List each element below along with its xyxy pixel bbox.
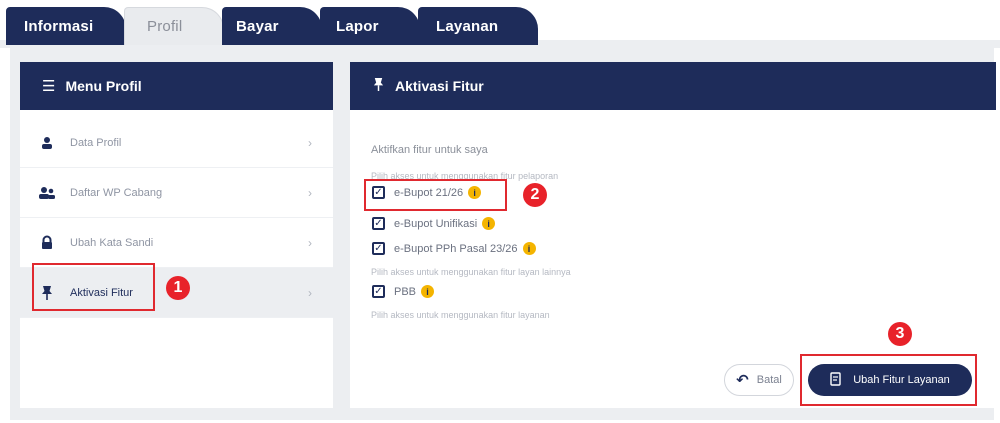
highlight-box-save bbox=[800, 354, 977, 406]
tab-label: Profil bbox=[147, 18, 183, 35]
step-marker-2: 2 bbox=[523, 183, 547, 207]
info-icon[interactable]: i bbox=[421, 285, 435, 298]
step-number: 1 bbox=[173, 279, 183, 296]
menu-item-daftar-wp-cabang[interactable]: Daftar WP Cabang › bbox=[20, 168, 333, 218]
menu-item-label: Daftar WP Cabang bbox=[70, 186, 163, 199]
users-icon bbox=[38, 186, 56, 200]
feature-row-ebupot-pph-2326[interactable]: ✓ e-Bupot PPh Pasal 23/26 i bbox=[372, 242, 536, 255]
top-tab-bar: Informasi Profil Bayar Lapor Layanan bbox=[0, 0, 1000, 48]
tab-layanan[interactable]: Layanan bbox=[418, 7, 538, 45]
tab-label: Bayar bbox=[236, 17, 279, 35]
tab-label: Informasi bbox=[24, 17, 94, 35]
checkbox-checked-icon[interactable]: ✓ bbox=[372, 217, 385, 230]
aktivasi-fitur-title: Aktivasi Fitur bbox=[395, 78, 484, 94]
chevron-right-icon: › bbox=[308, 235, 312, 250]
feature-label: e-Bupot PPh Pasal 23/26 bbox=[394, 242, 518, 255]
pin-icon bbox=[372, 77, 385, 96]
menu-profil-title: Menu Profil bbox=[65, 78, 142, 94]
hamburger-icon: ☰ bbox=[42, 78, 56, 95]
lock-icon bbox=[38, 235, 56, 250]
step-number: 3 bbox=[895, 325, 905, 342]
checkbox-checked-icon[interactable]: ✓ bbox=[372, 242, 385, 255]
user-icon bbox=[38, 136, 56, 150]
highlight-box-aktivasi bbox=[32, 263, 155, 311]
step-marker-3: 3 bbox=[888, 322, 912, 346]
menu-profil-panel: ☰ Menu Profil Data Profil › Daftar WP Ca… bbox=[20, 62, 333, 408]
aktivasi-fitur-header: Aktivasi Fitur bbox=[350, 62, 996, 110]
tab-lapor[interactable]: Lapor bbox=[320, 7, 420, 45]
checkbox-checked-icon[interactable]: ✓ bbox=[372, 285, 385, 298]
tab-label: Lapor bbox=[336, 17, 379, 35]
chevron-right-icon: › bbox=[308, 135, 312, 150]
step-marker-1: 1 bbox=[166, 276, 190, 300]
tab-bayar[interactable]: Bayar bbox=[222, 7, 322, 45]
cancel-button[interactable]: ↶ Batal bbox=[724, 364, 794, 396]
feature-row-pbb[interactable]: ✓ PBB i bbox=[372, 285, 435, 298]
menu-item-label: Data Profil bbox=[70, 136, 122, 149]
tab-label: Layanan bbox=[436, 17, 499, 35]
cancel-label: Batal bbox=[756, 374, 782, 386]
info-icon[interactable]: i bbox=[482, 217, 496, 230]
intro-label: Aktifkan fitur untuk saya bbox=[371, 144, 488, 156]
feature-label: e-Bupot Unifikasi bbox=[394, 217, 478, 230]
hint-lainnya: Pilih akses untuk menggunakan fitur laya… bbox=[371, 267, 571, 277]
hint-layanan: Pilih akses untuk menggunakan fitur laya… bbox=[371, 310, 550, 320]
info-icon[interactable]: i bbox=[522, 242, 536, 255]
menu-item-ubah-kata-sandi[interactable]: Ubah Kata Sandi › bbox=[20, 218, 333, 268]
chevron-right-icon: › bbox=[308, 185, 312, 200]
undo-icon: ↶ bbox=[736, 372, 749, 389]
menu-item-data-profil[interactable]: Data Profil › bbox=[20, 118, 333, 168]
highlight-box-ebupot-2126 bbox=[364, 179, 507, 211]
menu-item-label: Ubah Kata Sandi bbox=[70, 236, 154, 249]
step-number: 2 bbox=[530, 186, 540, 203]
chevron-right-icon: › bbox=[308, 285, 312, 300]
tab-informasi[interactable]: Informasi bbox=[6, 7, 126, 45]
tab-profil[interactable]: Profil bbox=[124, 7, 224, 45]
menu-profil-header: ☰ Menu Profil bbox=[20, 62, 333, 110]
feature-label: PBB bbox=[394, 285, 417, 298]
feature-row-ebupot-unifikasi[interactable]: ✓ e-Bupot Unifikasi i bbox=[372, 217, 496, 230]
